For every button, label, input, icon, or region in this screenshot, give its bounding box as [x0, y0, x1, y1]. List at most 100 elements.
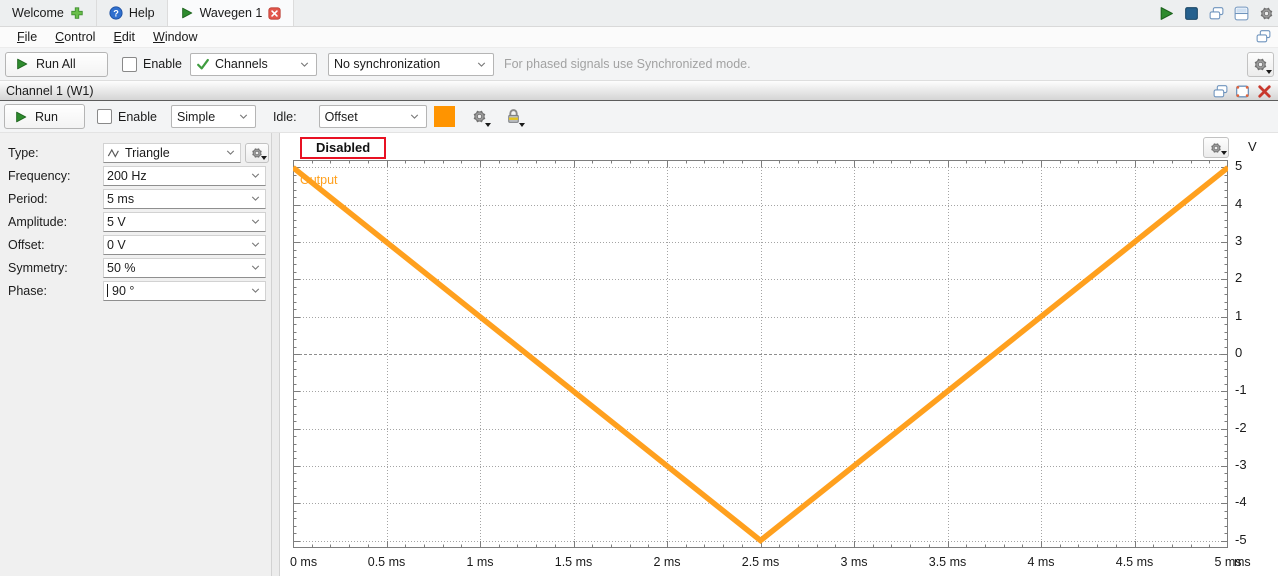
idle-dropdown[interactable]: Offset [319, 105, 427, 128]
synchronization-dropdown[interactable]: No synchronization [328, 53, 494, 76]
channel-toolbar: Run Enable Simple Idle: Offset [0, 101, 1278, 133]
symmetry-label: Symmetry: [8, 261, 103, 275]
idle-label: Idle: [273, 110, 297, 124]
menu-edit[interactable]: Edit [104, 28, 144, 46]
param-row-symmetry: Symmetry: 50 % [0, 256, 271, 279]
channel-color-swatch[interactable] [434, 106, 455, 127]
symmetry-value: 50 % [107, 261, 136, 275]
wavegen-options-button[interactable] [1247, 52, 1274, 77]
tab-bar: Welcome Help Wavegen 1 [0, 0, 1278, 27]
channels-dropdown[interactable]: Channels [190, 53, 317, 76]
stop-all-icon[interactable] [1183, 5, 1200, 22]
panel-splitter[interactable] [271, 133, 280, 576]
offset-value: 0 V [107, 238, 126, 252]
parameter-panel: Type: Triangle Frequency: 200 Hz Perio [0, 133, 271, 576]
plus-icon[interactable] [70, 6, 84, 20]
run-button[interactable]: Run [4, 104, 85, 129]
amplitude-value: 5 V [107, 215, 126, 229]
close-channel-icon[interactable] [1256, 83, 1273, 100]
gear-icon [1209, 141, 1223, 155]
menu-control[interactable]: Control [46, 28, 104, 46]
type-value: Triangle [125, 146, 170, 160]
maximize-icon[interactable] [1234, 83, 1251, 100]
synchronization-value: No synchronization [334, 57, 440, 71]
sync-hint-text: For phased signals use Synchronized mode… [504, 57, 751, 71]
x-axis-tick-label: 4.5 ms [1116, 555, 1154, 569]
type-label: Type: [8, 146, 103, 160]
y-axis-tick-label: 1 [1235, 308, 1242, 323]
x-axis-tick-label: 3.5 ms [929, 555, 967, 569]
chevron-down-icon [249, 284, 262, 297]
frequency-label: Frequency: [8, 169, 103, 183]
enable-all-checkbox[interactable]: Enable [122, 57, 182, 72]
chevron-down-icon [408, 110, 421, 123]
window-action-icons [1158, 0, 1278, 26]
param-row-frequency: Frequency: 200 Hz [0, 164, 271, 187]
channel-lock-button[interactable] [502, 105, 526, 129]
check-icon [196, 57, 210, 71]
checkbox-box[interactable] [97, 109, 112, 124]
run-all-button[interactable]: Run All [5, 52, 108, 77]
y-axis-tick-label: 4 [1235, 196, 1242, 211]
frequency-combobox[interactable]: 200 Hz [103, 166, 266, 186]
period-combobox[interactable]: 5 ms [103, 189, 266, 209]
y-axis-unit: V [1248, 139, 1257, 154]
enable-channel-checkbox[interactable]: Enable [97, 109, 157, 124]
menu-window[interactable]: Window [144, 28, 206, 46]
mode-value: Simple [177, 110, 215, 124]
idle-value: Offset [325, 110, 358, 124]
gear-icon [471, 108, 488, 125]
x-axis-tick-label: 2.5 ms [742, 555, 780, 569]
restore-windows-icon[interactable] [1255, 28, 1272, 45]
phase-value: 90 ° [112, 284, 134, 298]
tab-welcome[interactable]: Welcome [0, 0, 97, 26]
phase-combobox[interactable]: 90 ° [103, 281, 266, 301]
period-label: Period: [8, 192, 103, 206]
checkbox-box[interactable] [122, 57, 137, 72]
status-badge: Disabled [300, 137, 386, 159]
param-row-type: Type: Triangle [0, 141, 271, 164]
gear-icon[interactable] [1258, 5, 1275, 22]
gear-icon [250, 146, 264, 160]
mode-dropdown[interactable]: Simple [171, 105, 256, 128]
type-dropdown[interactable]: Triangle [103, 143, 241, 163]
param-row-offset: Offset: 0 V [0, 233, 271, 256]
x-axis-tick-label: 3 ms [840, 555, 867, 569]
param-row-period: Period: 5 ms [0, 187, 271, 210]
x-axis-tick-label: 0.5 ms [368, 555, 406, 569]
type-settings-button[interactable] [245, 143, 269, 163]
menu-bar: File Control Edit Window [0, 27, 1278, 48]
series-label-output: Output [300, 173, 338, 187]
y-axis-tick-label: 3 [1235, 233, 1242, 248]
menu-file[interactable]: File [8, 28, 46, 46]
param-row-amplitude: Amplitude: 5 V [0, 210, 271, 233]
waveform-plot[interactable] [293, 160, 1228, 548]
chevron-down-icon [475, 58, 488, 71]
triangle-wave-icon [107, 146, 121, 160]
phase-label: Phase: [8, 284, 103, 298]
plot-settings-button[interactable] [1203, 137, 1229, 158]
amplitude-combobox[interactable]: 5 V [103, 212, 266, 232]
channel-window-controls [1212, 83, 1273, 100]
offset-label: Offset: [8, 238, 103, 252]
channel-settings-button[interactable] [468, 105, 492, 129]
tile-windows-icon[interactable] [1233, 5, 1250, 22]
run-label: Run [35, 110, 58, 124]
main-toolbar: Run All Enable Channels No synchronizati… [0, 48, 1278, 81]
symmetry-combobox[interactable]: 50 % [103, 258, 266, 278]
tab-wavegen-1[interactable]: Wavegen 1 [168, 0, 295, 26]
y-axis-tick-label: -1 [1235, 382, 1247, 397]
chevron-down-icon [237, 110, 250, 123]
enable-channel-label: Enable [118, 110, 157, 124]
restore-icon[interactable] [1212, 83, 1229, 100]
run-all-icon[interactable] [1158, 5, 1175, 22]
y-axis-tick-label: -4 [1235, 494, 1247, 509]
tab-help[interactable]: Help [97, 0, 168, 26]
x-axis-tick-label: 0 ms [290, 555, 317, 569]
offset-combobox[interactable]: 0 V [103, 235, 266, 255]
y-axis-tick-label: 0 [1235, 345, 1242, 360]
cascade-windows-icon[interactable] [1208, 5, 1225, 22]
play-icon [14, 110, 28, 124]
close-tab-icon[interactable] [268, 7, 281, 20]
lock-icon [505, 108, 522, 125]
